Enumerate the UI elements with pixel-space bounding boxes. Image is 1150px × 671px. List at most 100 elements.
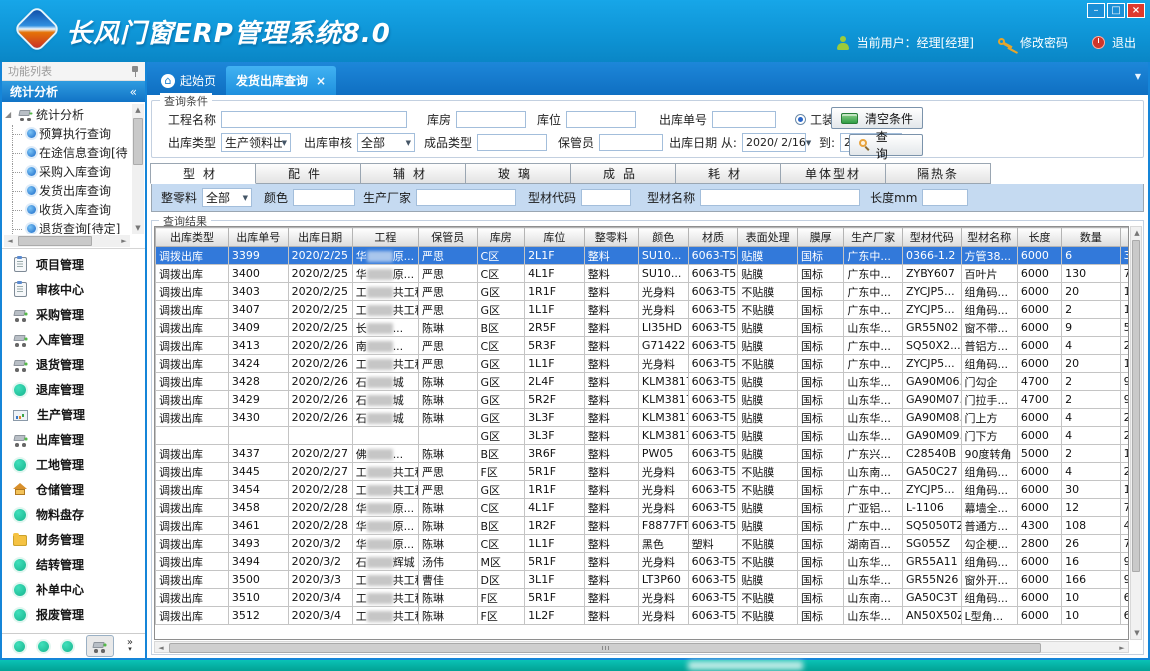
scroll-thumb[interactable]	[1132, 240, 1140, 572]
maximize-button[interactable]: □	[1107, 3, 1125, 18]
table-row[interactable]: G区3L3F整料KLM38176063-T5贴膜国标山东华...GA90M09.…	[156, 427, 1130, 445]
table-row[interactable]: 调拨出库34282020/2/26石城陈琳G区2L4F整料KLM38176063…	[156, 373, 1130, 391]
tree-item[interactable]: 预算执行查询	[5, 124, 130, 143]
sidebar-item-仓储管理[interactable]: 仓储管理	[2, 477, 145, 502]
table-row[interactable]: 调拨出库34302020/2/26石城陈琳G区3L3F整料KLM38176063…	[156, 409, 1130, 427]
warehouse-input[interactable]	[456, 111, 526, 128]
table-row[interactable]: 调拨出库34942020/3/2石辉城汤伟M区5R1F整料光身料6063-T5不…	[156, 553, 1130, 571]
keeper-input[interactable]	[599, 134, 663, 151]
tab-shipping-outbound-query[interactable]: 发货出库查询 ×	[226, 66, 336, 95]
clear-conditions-button[interactable]: 清空条件	[831, 107, 923, 129]
table-row[interactable]: 调拨出库34002020/2/25华原...严思C区4L1F整料SU10...6…	[156, 265, 1130, 283]
column-header[interactable]: 保管员	[418, 228, 477, 247]
audit-select[interactable]: 全部 ▼	[357, 133, 415, 152]
sidebar-item-工地管理[interactable]: 工地管理	[2, 452, 145, 477]
scroll-thumb[interactable]	[133, 118, 143, 165]
column-header[interactable]: 型材名称	[961, 228, 1017, 247]
sidebar-item-结转管理[interactable]: 结转管理	[2, 552, 145, 577]
sidebar-item-项目管理[interactable]: 项目管理	[2, 252, 145, 277]
module-dot-icon[interactable]	[38, 641, 49, 652]
scroll-right-icon[interactable]: ►	[118, 235, 130, 247]
table-row[interactable]: 调拨出库35102020/3/4工共工程陈琳F区5R1F整料光身料6063-T5…	[156, 589, 1130, 607]
tree-item[interactable]: 在途信息查询[待	[5, 143, 130, 162]
table-row[interactable]: 调拨出库35122020/3/4工共工程陈琳F区1L2F整料光身料6063-T5…	[156, 607, 1130, 625]
column-header[interactable]: 材质	[688, 228, 738, 247]
scroll-down-icon[interactable]: ▼	[1131, 627, 1143, 639]
table-row[interactable]: 调拨出库33992020/2/25华原...严思C区2L1F整料SU10...6…	[156, 247, 1130, 265]
scroll-left-icon[interactable]: ◄	[155, 642, 167, 654]
length-input[interactable]	[922, 189, 968, 206]
table-row[interactable]: 调拨出库34372020/2/27佛...陈琳B区3R6F整料PW056063-…	[156, 445, 1130, 463]
module-dot-icon[interactable]	[62, 641, 73, 652]
column-header[interactable]: 生产厂家	[844, 228, 903, 247]
outbound-type-select[interactable]: 生产领料出库 ▼	[221, 133, 291, 152]
column-header[interactable]: 库位	[525, 228, 585, 247]
scroll-thumb[interactable]	[18, 236, 92, 246]
subtab-型材[interactable]: 型材	[150, 163, 256, 184]
collapse-icon[interactable]: «	[130, 85, 137, 99]
table-row[interactable]: 调拨出库34292020/2/26石城陈琳G区5R2F整料KLM38176063…	[156, 391, 1130, 409]
table-row[interactable]: 调拨出库34542020/2/28工共工程严思G区1R1F整料光身料6063-T…	[156, 481, 1130, 499]
table-row[interactable]: 调拨出库35002020/3/3工共工程曹佳D区3L1F整料LT3P606063…	[156, 571, 1130, 589]
search-button[interactable]: 查 询	[849, 134, 923, 156]
table-row[interactable]: 调拨出库34032020/2/25工共工程严思G区1R1F整料光身料6063-T…	[156, 283, 1130, 301]
column-header[interactable]: 颜色	[638, 228, 688, 247]
tree-item[interactable]: 采购入库查询	[5, 162, 130, 181]
results-vertical-scrollbar[interactable]: ▲ ▼	[1130, 226, 1142, 640]
minimize-button[interactable]: –	[1087, 3, 1105, 18]
scroll-up-icon[interactable]: ▲	[1131, 227, 1143, 239]
scroll-down-icon[interactable]: ▼	[132, 222, 144, 234]
sidebar-item-入库管理[interactable]: 入库管理	[2, 327, 145, 352]
column-header[interactable]: 出库单号	[228, 228, 288, 247]
subtab-隔热条[interactable]: 隔热条	[885, 163, 991, 184]
whole-part-select[interactable]: 全部 ▼	[202, 188, 252, 207]
more-modules-button[interactable]: » ▾	[127, 639, 133, 653]
column-header[interactable]: 出库日期	[288, 228, 352, 247]
subtab-配件[interactable]: 配件	[255, 163, 361, 184]
radio-industrial[interactable]: 工装	[795, 111, 834, 128]
scroll-thumb[interactable]	[169, 643, 1041, 653]
order-no-input[interactable]	[712, 111, 776, 128]
table-row[interactable]: 调拨出库34072020/2/25工共工程严思G区1L1F整料光身料6063-T…	[156, 301, 1130, 319]
column-header[interactable]: 膜厚	[797, 228, 843, 247]
location-input[interactable]	[566, 111, 636, 128]
tab-list-dropdown-icon[interactable]: ▼	[1135, 72, 1141, 81]
tree-root[interactable]: ◢ 统计分析	[5, 105, 130, 124]
subtab-辅材[interactable]: 辅材	[360, 163, 466, 184]
column-header[interactable]: 表面处理	[738, 228, 798, 247]
sidebar-item-退库管理[interactable]: 退库管理	[2, 377, 145, 402]
scroll-up-icon[interactable]: ▲	[132, 104, 144, 116]
table-row[interactable]: 调拨出库34932020/3/2华原...陈琳C区1L1F整料黑色塑料不贴膜国标…	[156, 535, 1130, 553]
change-password-link[interactable]: 修改密码	[1020, 34, 1068, 51]
scroll-right-icon[interactable]: ►	[1116, 642, 1128, 654]
profile-code-input[interactable]	[581, 189, 631, 206]
maker-input[interactable]	[416, 189, 516, 206]
column-header[interactable]: 整零料	[584, 228, 638, 247]
module-dot-icon[interactable]	[14, 641, 25, 652]
subtab-玻璃[interactable]: 玻璃	[465, 163, 571, 184]
subtab-耗材[interactable]: 耗材	[675, 163, 781, 184]
tree-item[interactable]: 退货查询[待定]	[5, 219, 130, 234]
tree-item[interactable]: 发货出库查询	[5, 181, 130, 200]
column-header[interactable]: 出库长度	[1120, 228, 1129, 247]
sidebar-item-报废管理[interactable]: 报废管理	[2, 602, 145, 627]
table-row[interactable]: 调拨出库34092020/2/25长...陈琳B区2R5F整料LI35HD606…	[156, 319, 1130, 337]
table-row[interactable]: 调拨出库34582020/2/28华原...陈琳C区4L1F整料光身料6063-…	[156, 499, 1130, 517]
sidebar-item-物料盘存[interactable]: 物料盘存	[2, 502, 145, 527]
date-from-select[interactable]: 2020/ 2/16 ▼	[742, 133, 806, 152]
tab-home[interactable]: ⌂ 起始页	[151, 66, 226, 95]
sidebar-item-生产管理[interactable]: 生产管理	[2, 402, 145, 427]
column-header[interactable]: 出库类型	[156, 228, 229, 247]
logout-link[interactable]: 退出	[1112, 34, 1136, 51]
column-header[interactable]: 型材代码	[902, 228, 961, 247]
tree-expander-icon[interactable]: ◢	[5, 110, 15, 119]
sidebar-section-statistics[interactable]: 统计分析 «	[2, 81, 145, 102]
tree-horizontal-scrollbar[interactable]: ◄ ►	[4, 235, 130, 247]
project-name-input[interactable]	[221, 111, 407, 128]
color-input[interactable]	[293, 189, 355, 206]
product-type-input[interactable]	[477, 134, 547, 151]
column-header[interactable]: 库房	[477, 228, 525, 247]
close-button[interactable]: ×	[1127, 3, 1145, 18]
close-tab-icon[interactable]: ×	[316, 74, 326, 88]
scroll-left-icon[interactable]: ◄	[4, 235, 16, 247]
